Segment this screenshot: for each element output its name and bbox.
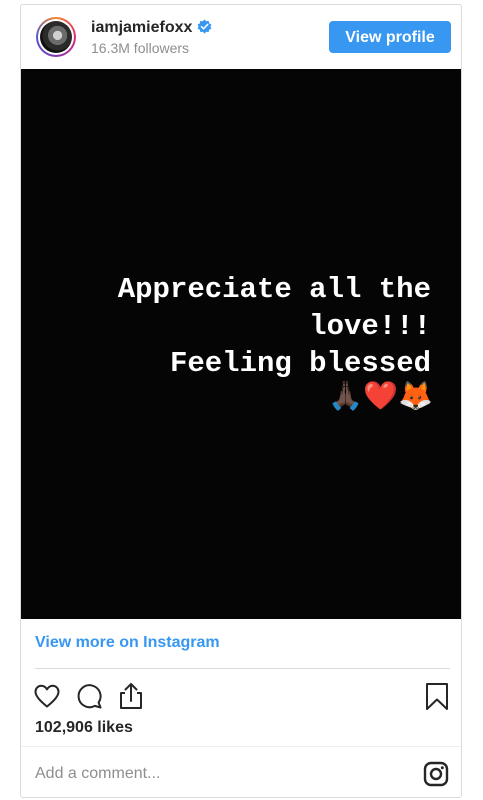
verified-badge-icon xyxy=(197,19,212,39)
post-text: Appreciate all the love!!! Feeling blessed xyxy=(118,271,431,382)
avatar-image xyxy=(40,21,72,53)
avatar-frame xyxy=(38,19,74,55)
instagram-embed-card: iamjamiefoxx 16.3M followers View profil… xyxy=(20,4,462,798)
post-header: iamjamiefoxx 16.3M followers View profil… xyxy=(21,5,461,69)
heart-icon[interactable] xyxy=(32,681,62,711)
view-more-link[interactable]: View more on Instagram xyxy=(35,634,220,652)
divider xyxy=(21,746,461,747)
instagram-icon[interactable] xyxy=(423,761,449,787)
divider xyxy=(35,668,450,669)
bookmark-icon[interactable] xyxy=(422,681,452,711)
followers-count: 16.3M followers xyxy=(91,40,190,56)
share-icon[interactable] xyxy=(116,681,146,711)
post-emojis: 🙏🏿❤️🦊 xyxy=(328,380,433,411)
username-row[interactable]: iamjamiefoxx xyxy=(91,19,212,39)
post-text-line-2: love!!! xyxy=(309,310,431,343)
post-image[interactable]: Appreciate all the love!!! Feeling blessed… xyxy=(21,69,461,619)
comment-icon[interactable] xyxy=(74,681,104,711)
username[interactable]: iamjamiefoxx xyxy=(91,19,192,36)
post-text-line-1: Appreciate all the xyxy=(117,273,431,306)
post-text-line-3: Feeling blessed xyxy=(169,347,431,380)
avatar[interactable] xyxy=(36,17,76,57)
comment-input[interactable]: Add a comment... xyxy=(35,765,160,783)
likes-count[interactable]: 102,906 likes xyxy=(35,719,133,737)
view-profile-button[interactable]: View profile xyxy=(329,21,451,53)
